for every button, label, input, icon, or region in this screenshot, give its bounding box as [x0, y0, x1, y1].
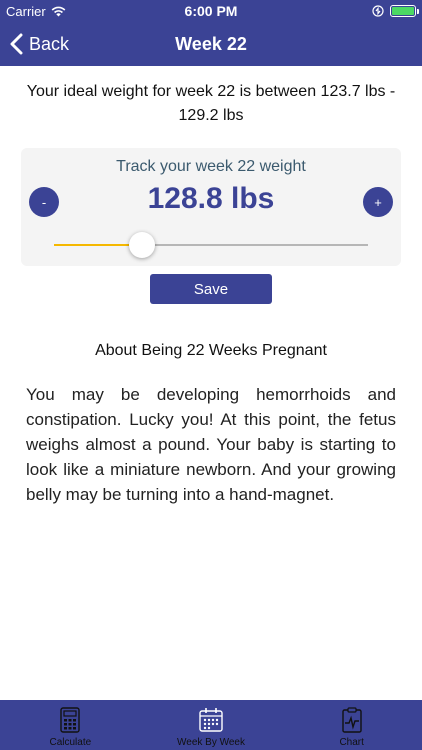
weight-tracker-card: Track your week 22 weight - 128.8 lbs + — [21, 148, 401, 266]
back-button[interactable]: Back — [10, 28, 69, 60]
tab-week-by-week[interactable]: Week By Week — [141, 700, 282, 750]
increase-weight-button[interactable]: + — [363, 187, 393, 217]
page-title: Week 22 — [175, 33, 247, 54]
battery-level — [392, 7, 414, 15]
tab-label: Calculate — [49, 737, 92, 748]
slider-thumb[interactable] — [128, 232, 155, 258]
tab-calculate[interactable]: Calculate — [0, 700, 141, 750]
calculator-icon — [60, 707, 81, 733]
header: Carrier 6:00 PM Back Week 22 — [0, 0, 422, 66]
weight-value: 128.8 lbs — [147, 182, 275, 215]
tab-label: Chart — [339, 737, 364, 748]
chart-icon — [341, 707, 362, 733]
status-bar: Carrier 6:00 PM — [0, 0, 422, 22]
about-title: About Being 22 Weeks Pregnant — [95, 342, 327, 359]
back-label: Back — [29, 33, 70, 54]
chevron-left-icon — [10, 33, 23, 55]
save-button[interactable]: Save — [150, 274, 272, 304]
charging-icon — [372, 5, 384, 17]
status-time: 6:00 PM — [184, 3, 238, 19]
weight-slider[interactable] — [54, 230, 368, 260]
about-body: You may be developing hemorrhoids and co… — [26, 385, 396, 504]
tab-chart[interactable]: Chart — [281, 700, 422, 750]
ideal-weight-text: Your ideal weight for week 22 is between… — [26, 83, 396, 124]
carrier-label: Carrier — [6, 3, 46, 19]
tab-bar: Calculate Week By Week Chart — [0, 700, 422, 750]
tab-label: Week By Week — [177, 737, 245, 748]
calendar-icon — [199, 708, 223, 732]
nav-bar: Back Week 22 — [0, 22, 422, 66]
battery-icon — [390, 5, 419, 17]
wifi-icon — [51, 6, 66, 16]
tracker-label: Track your week 22 weight — [116, 158, 306, 175]
